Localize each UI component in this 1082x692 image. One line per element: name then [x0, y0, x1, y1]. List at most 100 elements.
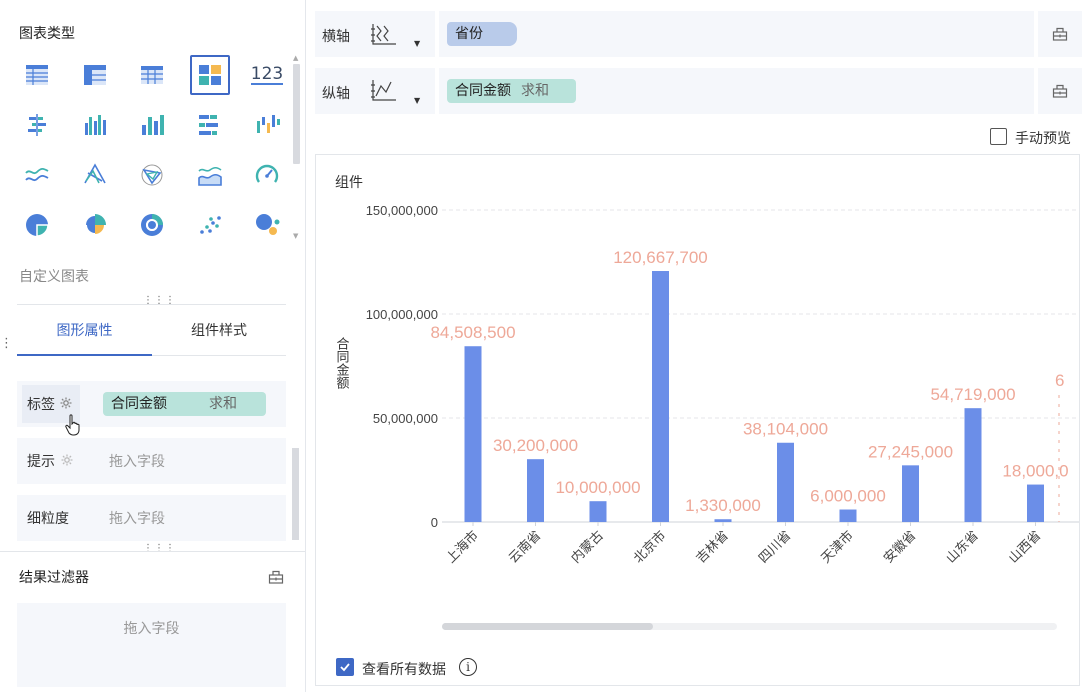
- gauge-icon[interactable]: [247, 155, 287, 195]
- scrollbar-thumb[interactable]: [293, 64, 300, 164]
- grouped-bar-icon[interactable]: [17, 105, 57, 145]
- column-chart-icon[interactable]: [75, 105, 115, 145]
- data-label: 10,000,000: [555, 478, 640, 497]
- divider: [17, 304, 286, 305]
- y-tick-label: 100,000,000: [366, 307, 438, 322]
- y-axis-title: 合同金额: [334, 337, 350, 390]
- x-tick-label: 北京市: [630, 528, 669, 567]
- pie-chart-icon[interactable]: [17, 205, 57, 245]
- bar: [527, 459, 544, 522]
- custom-chart-label[interactable]: 自定义图表: [19, 266, 89, 286]
- x-tick-label: 上海市: [443, 528, 482, 567]
- x-axis-dropdown-icon[interactable]: ▼: [414, 39, 420, 48]
- property-tabs: 图形属性 组件样式: [17, 312, 286, 356]
- data-label: 6: [1055, 371, 1064, 390]
- y-axis-sort-icon[interactable]: [370, 78, 398, 106]
- chart-panel: 组件 0 50,000,000 100,000,000 150,000,000 合同金额…: [315, 154, 1080, 686]
- tooltip-prop-row[interactable]: 提示 拖入字段: [17, 438, 286, 484]
- data-label: 30,200,000: [493, 436, 578, 455]
- filter-drop-zone[interactable]: 拖入字段: [17, 603, 286, 687]
- scroll-up-arrow-icon[interactable]: ▲: [293, 54, 298, 62]
- chart-types-scrollbar[interactable]: ▲ ▼: [291, 54, 303, 244]
- tooltip-drop-zone[interactable]: 拖入字段: [109, 451, 165, 471]
- left-panel: 图表类型 123 ▲ ▼ 自定义图表 ⋮⋮⋮ ⋮ 图形属性 组件样式 标签 合同…: [0, 0, 306, 692]
- tab-component-style[interactable]: 组件样式: [152, 312, 286, 356]
- tab-graph-props[interactable]: 图形属性: [17, 312, 152, 356]
- bar: [777, 442, 794, 522]
- lock-field-icon[interactable]: [268, 569, 284, 589]
- y-tick-label: 0: [431, 515, 438, 530]
- y-axis-field-agg[interactable]: 求和: [521, 83, 549, 99]
- divider: [0, 551, 305, 552]
- bar: [464, 346, 482, 522]
- stacked-bar-icon[interactable]: [190, 105, 230, 145]
- bar: [1027, 484, 1044, 522]
- kpi-card-icon[interactable]: [189, 55, 230, 95]
- view-all-label[interactable]: 查看所有数据: [362, 659, 446, 679]
- polar-icon[interactable]: [132, 155, 172, 195]
- number-icon[interactable]: 123: [247, 55, 287, 95]
- x-tick-label: 四川省: [756, 528, 794, 566]
- check-icon: [340, 663, 350, 672]
- gear-icon[interactable]: [60, 453, 74, 471]
- y-axis-field-pill[interactable]: 合同金额 求和: [447, 79, 576, 103]
- x-tick-label: 山西省: [1006, 528, 1044, 566]
- waterfall-icon[interactable]: [247, 105, 287, 145]
- chart-hscroll-thumb[interactable]: [442, 623, 653, 630]
- x-tick-label: 吉林省: [694, 528, 732, 566]
- label-prop-row[interactable]: 标签 合同金额 求和: [17, 381, 286, 436]
- label-field-pill[interactable]: 合同金额 求和: [103, 392, 266, 416]
- info-icon[interactable]: i: [459, 658, 477, 676]
- hand-cursor-icon: [65, 414, 81, 440]
- granularity-prop-row[interactable]: 细粒度 拖入字段: [17, 495, 286, 541]
- x-axis-lock-button[interactable]: [1038, 11, 1082, 57]
- gear-icon[interactable]: [59, 396, 73, 414]
- x-axis-sort-icon[interactable]: [370, 22, 398, 50]
- number-icon-text: 123: [250, 64, 284, 85]
- data-label: 38,104,000: [743, 420, 828, 439]
- label-field-name: 合同金额: [111, 396, 167, 412]
- right-panel: 横轴 ▼ 省份 纵轴 ▼ 合同金额 求和 手动预览 组件 0 50,000,00…: [306, 0, 1082, 692]
- granularity-prop-label: 细粒度: [27, 511, 69, 527]
- manual-preview-checkbox[interactable]: [990, 128, 1007, 145]
- result-filter-title: 结果过滤器: [19, 570, 89, 586]
- detail-table-icon[interactable]: [132, 55, 172, 95]
- area-chart-icon[interactable]: [190, 155, 230, 195]
- cross-table-icon[interactable]: [75, 55, 115, 95]
- x-axis-field-zone[interactable]: 省份: [439, 11, 1034, 57]
- line-chart-icon[interactable]: [17, 155, 57, 195]
- y-axis-label-box[interactable]: 纵轴 ▼: [315, 68, 435, 114]
- bubble-icon[interactable]: [247, 205, 287, 245]
- x-axis-field-pill[interactable]: 省份: [447, 22, 517, 46]
- scatter-icon[interactable]: [190, 205, 230, 245]
- radar-icon[interactable]: [75, 155, 115, 195]
- label-field-agg[interactable]: 求和: [209, 396, 237, 412]
- props-scrollbar-thumb[interactable]: [292, 448, 299, 540]
- x-tick-label: 天津市: [818, 528, 857, 567]
- table-icon[interactable]: [17, 55, 57, 95]
- y-axis-field-zone[interactable]: 合同金额 求和: [439, 68, 1034, 114]
- lock-field-icon: [1052, 27, 1068, 41]
- data-label: 6,000,000: [810, 487, 886, 506]
- y-axis-lock-button[interactable]: [1038, 68, 1082, 114]
- bar: [839, 509, 857, 522]
- view-all-checkbox[interactable]: [336, 658, 354, 676]
- chart-hscroll-track[interactable]: [442, 623, 1057, 630]
- bar: [714, 519, 732, 522]
- resize-handle-icon[interactable]: ⋮⋮⋮: [143, 543, 176, 554]
- bar: [964, 408, 982, 522]
- scroll-down-arrow-icon[interactable]: ▼: [293, 232, 298, 240]
- manual-preview-label[interactable]: 手动预览: [1015, 128, 1071, 148]
- rose-chart-icon[interactable]: [75, 205, 115, 245]
- x-axis-row: 横轴 ▼ 省份: [315, 11, 1082, 57]
- panel-drag-handle-icon[interactable]: ⋮: [0, 336, 14, 351]
- x-axis-label-box[interactable]: 横轴 ▼: [315, 11, 435, 57]
- y-axis-label: 纵轴: [322, 86, 350, 102]
- granularity-drop-zone[interactable]: 拖入字段: [109, 508, 165, 528]
- lock-field-icon: [1052, 84, 1068, 98]
- column-chart-alt-icon[interactable]: [132, 105, 172, 145]
- y-axis-dropdown-icon[interactable]: ▼: [414, 96, 420, 105]
- ring-chart-icon[interactable]: [132, 205, 172, 245]
- bar: [652, 271, 669, 522]
- tooltip-prop-label: 提示: [27, 454, 55, 470]
